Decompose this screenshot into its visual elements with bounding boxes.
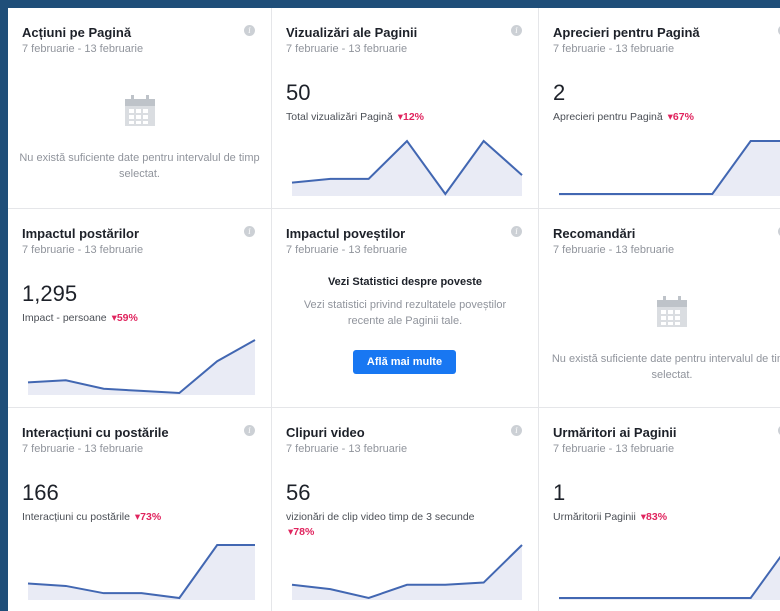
card-title: Recomandări [553, 226, 636, 241]
metric-value: 2 [553, 80, 566, 105]
metric-label: Total vizualizări Pagină ▾12% [286, 110, 526, 125]
delta-badge: ▾12% [397, 111, 425, 123]
sparkline [291, 544, 523, 600]
metric-value: 166 [22, 480, 59, 505]
metric-label-text: Interacțiuni cu postările [22, 511, 130, 523]
metric-value: 56 [286, 480, 311, 505]
card-date-range: 7 februarie - 13 februarie [22, 244, 144, 256]
card-title: Impactul postărilor [22, 226, 140, 241]
metric-label: vizionări de clip video timp de 3 secund… [286, 510, 526, 540]
card-title: Vizualizări ale Paginii [286, 25, 418, 40]
metric-label-text: Impact - persoane [22, 312, 107, 324]
info-icon[interactable]: i [244, 425, 255, 436]
card-title: Impactul poveștilor [286, 226, 406, 241]
card-recommendations[interactable]: Recomandări 7 februarie - 13 februarie i… [539, 209, 780, 408]
sparkline-area [28, 340, 255, 395]
card-story-reach[interactable]: Impactul poveștilor 7 februarie - 13 feb… [272, 209, 539, 408]
sparkline-area [292, 141, 522, 196]
info-icon[interactable]: i [244, 226, 255, 237]
metric-value: 1,295 [22, 281, 78, 306]
empty-state-message: Nu există suficiente date pentru interva… [19, 152, 260, 180]
empty-state-message: Nu există suficiente date pentru interva… [551, 353, 780, 381]
card-title: Urmăritori ai Paginii [553, 425, 677, 440]
sparkline-area [28, 545, 255, 600]
card-date-range: 7 februarie - 13 februarie [286, 43, 408, 55]
delta-badge: ▾73% [134, 511, 162, 523]
card-date-range: 7 februarie - 13 februarie [22, 43, 144, 55]
metric-label: Interacțiuni cu postările ▾73% [22, 510, 262, 525]
insights-overview: Acțiuni pe Pagină 7 februarie - 13 febru… [8, 8, 780, 611]
card-title: Aprecieri pentru Pagină [553, 25, 700, 40]
card-date-range: 7 februarie - 13 februarie [22, 443, 144, 455]
card-title: Interacțiuni cu postările [22, 425, 169, 440]
calendar-icon [657, 296, 687, 327]
sparkline [291, 139, 523, 196]
metric-label-text: Total vizualizări Pagină [286, 111, 393, 123]
card-title: Clipuri video [286, 425, 365, 440]
card-title: Acțiuni pe Pagină [22, 25, 132, 40]
card-page-actions[interactable]: Acțiuni pe Pagină 7 februarie - 13 febru… [8, 8, 272, 209]
card-videos[interactable]: Clipuri video 7 februarie - 13 februarie… [272, 408, 539, 611]
info-icon[interactable]: i [511, 226, 522, 237]
metric-label: Urmăritorii Paginii ▾83% [553, 510, 780, 525]
card-page-likes[interactable]: Aprecieri pentru Pagină 7 februarie - 13… [539, 8, 780, 209]
calendar-icon [124, 95, 155, 126]
card-date-range: 7 februarie - 13 februarie [553, 43, 675, 55]
metric-label-text: Aprecieri pentru Pagină [553, 111, 663, 123]
card-page-followers[interactable]: Urmăritori ai Paginii 7 februarie - 13 f… [539, 408, 780, 611]
card-date-range: 7 februarie - 13 februarie [553, 443, 675, 455]
sparkline [27, 544, 255, 600]
card-date-range: 7 februarie - 13 februarie [286, 443, 408, 455]
metric-label-text: Urmăritorii Paginii [553, 511, 636, 523]
story-insights-heading: Vezi Statistici despre poveste [327, 276, 483, 288]
card-post-engagement[interactable]: Interacțiuni cu postările 7 februarie - … [8, 408, 272, 611]
card-page-views[interactable]: Vizualizări ale Paginii 7 februarie - 13… [272, 8, 539, 209]
info-icon[interactable]: i [511, 425, 522, 436]
delta-badge: ▾59% [111, 312, 138, 324]
card-post-reach[interactable]: Impactul postărilor 7 februarie - 13 feb… [8, 209, 272, 408]
insights-grid: Acțiuni pe Pagină 7 februarie - 13 febru… [8, 8, 780, 611]
sparkline-line [559, 555, 780, 599]
card-date-range: 7 februarie - 13 februarie [553, 244, 675, 256]
delta-badge: ▾67% [667, 111, 694, 123]
metric-value: 50 [286, 80, 311, 105]
sparkline-area [559, 141, 780, 196]
info-icon[interactable]: i [511, 25, 522, 36]
metric-label-text: vizionări de clip video timp de 3 secund… [286, 511, 475, 523]
story-insights-description: Vezi statistici privind rezultatele pove… [303, 299, 507, 327]
sparkline-area [292, 545, 522, 600]
learn-more-button[interactable]: Află mai multe [353, 350, 456, 374]
metric-label: Aprecieri pentru Pagină ▾67% [553, 110, 780, 125]
info-icon[interactable]: i [244, 25, 255, 36]
delta-badge: ▾83% [640, 511, 668, 523]
metric-value: 1 [553, 480, 566, 505]
sparkline-area [559, 557, 780, 600]
sparkline [559, 140, 780, 196]
sparkline [27, 339, 256, 395]
card-date-range: 7 februarie - 13 februarie [286, 244, 408, 256]
metric-label: Impact - persoane ▾59% [22, 311, 262, 326]
sparkline [559, 555, 780, 600]
